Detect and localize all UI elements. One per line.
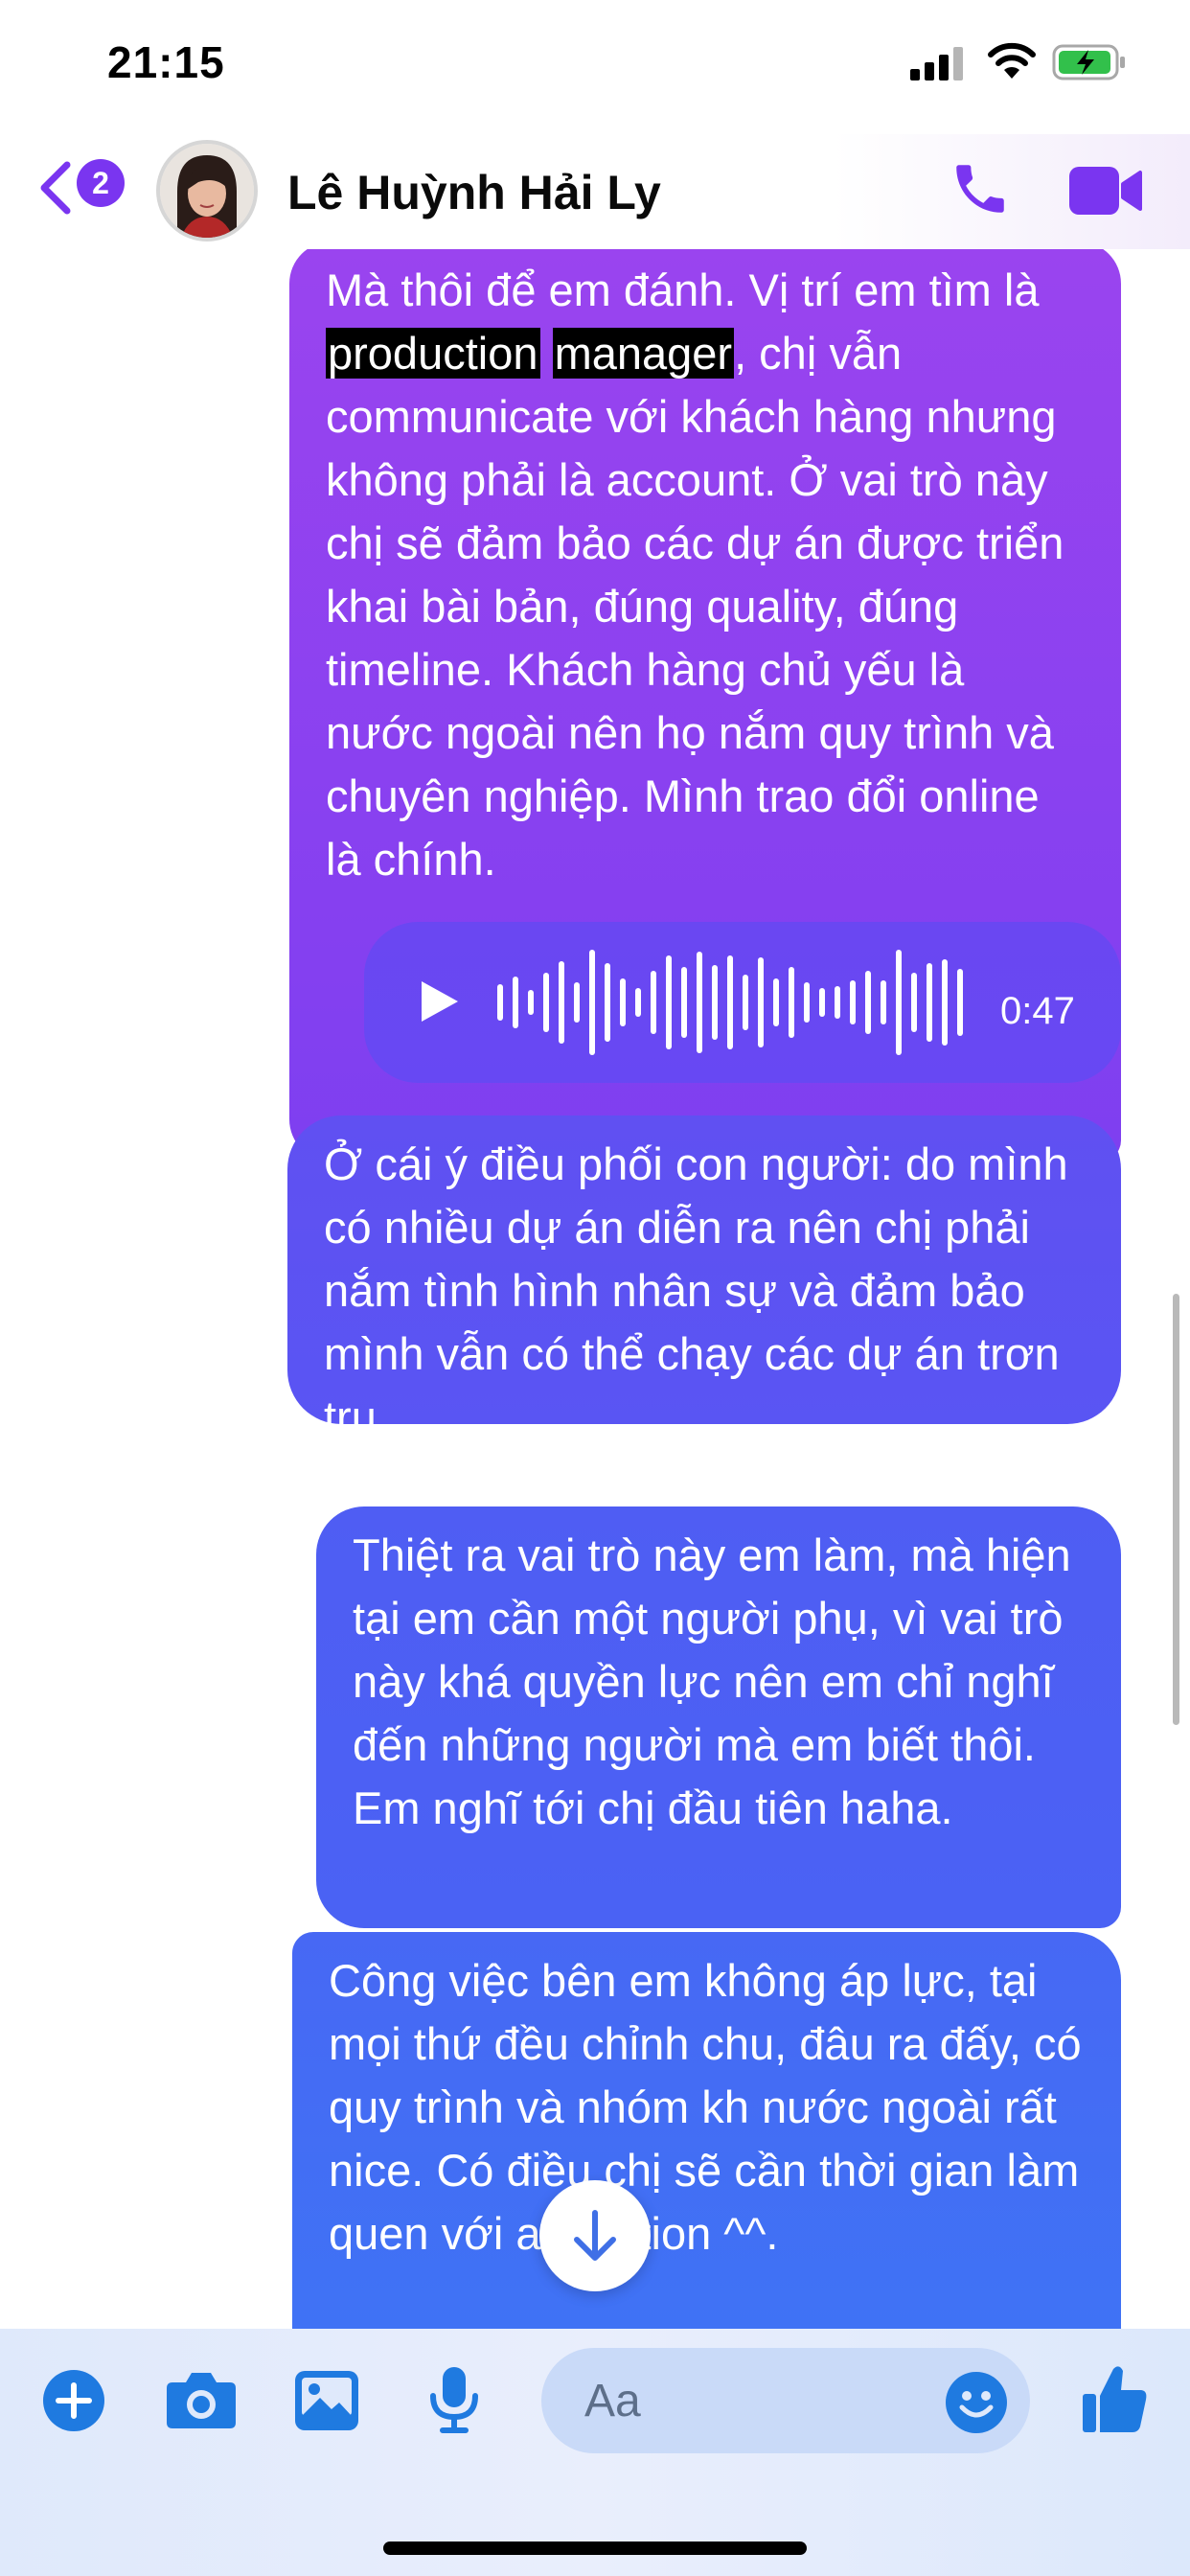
- scrollbar[interactable]: [1173, 1294, 1179, 1725]
- status-bar: 21:15: [0, 0, 1190, 134]
- phone-call-icon[interactable]: [949, 157, 1012, 225]
- gallery-icon[interactable]: [293, 2369, 360, 2437]
- audio-waveform[interactable]: [494, 947, 973, 1074]
- message-text: Mà thôi để em đánh. Vị trí em tìm là: [326, 264, 1040, 315]
- camera-icon[interactable]: [165, 2371, 238, 2435]
- message-list[interactable]: Mà thôi để em đánh. Vị trí em tìm là pro…: [0, 249, 1190, 2329]
- unread-count-badge[interactable]: 2: [77, 159, 125, 207]
- message-text: Công việc bên em không áp lực, tại mọi t…: [329, 1955, 1082, 2259]
- voice-message-bubble[interactable]: 0:47: [364, 922, 1121, 1083]
- scroll-to-bottom-button[interactable]: [539, 2180, 651, 2291]
- video-call-icon[interactable]: [1067, 163, 1144, 223]
- message-text: , chị vẫn communicate với khách hàng như…: [326, 328, 1064, 885]
- arrow-down-icon: [574, 2210, 616, 2261]
- message-text: Thiệt ra vai trò này em làm, mà hiện tại…: [353, 1530, 1071, 1833]
- microphone-icon[interactable]: [427, 2365, 481, 2439]
- conversation-header: 2 Lê Huỳnh Hải Ly: [0, 134, 1190, 249]
- highlighted-word: production: [326, 328, 540, 379]
- thumbs-up-icon[interactable]: [1081, 2363, 1148, 2441]
- message-bubble[interactable]: Ở cái ý điều phối con người: do mình có …: [287, 1116, 1121, 1442]
- home-indicator[interactable]: [383, 2542, 807, 2555]
- avatar[interactable]: [156, 140, 258, 242]
- message-text: [540, 328, 553, 379]
- message-bubble[interactable]: Thiệt ra vai trò này em làm, mà hiện tại…: [316, 1506, 1121, 1928]
- message-composer: [0, 2329, 1190, 2576]
- battery-charging-icon: [1052, 44, 1127, 85]
- message-text: Ở cái ý điều phối con người: do mình có …: [324, 1138, 1068, 1442]
- cellular-signal-icon: [910, 46, 968, 85]
- plus-icon[interactable]: [42, 2369, 105, 2437]
- status-time: 21:15: [107, 37, 225, 87]
- contact-name[interactable]: Lê Huỳnh Hải Ly: [287, 165, 661, 220]
- play-icon[interactable]: [418, 978, 462, 1042]
- back-chevron-icon[interactable]: [36, 159, 75, 221]
- emoji-icon[interactable]: [945, 2371, 1008, 2439]
- message-bubble[interactable]: Công việc bên em không áp lực, tại mọi t…: [292, 1932, 1121, 2329]
- wifi-icon: [987, 42, 1037, 85]
- highlighted-word: manager: [552, 328, 735, 379]
- voice-duration: 0:47: [1000, 990, 1075, 1032]
